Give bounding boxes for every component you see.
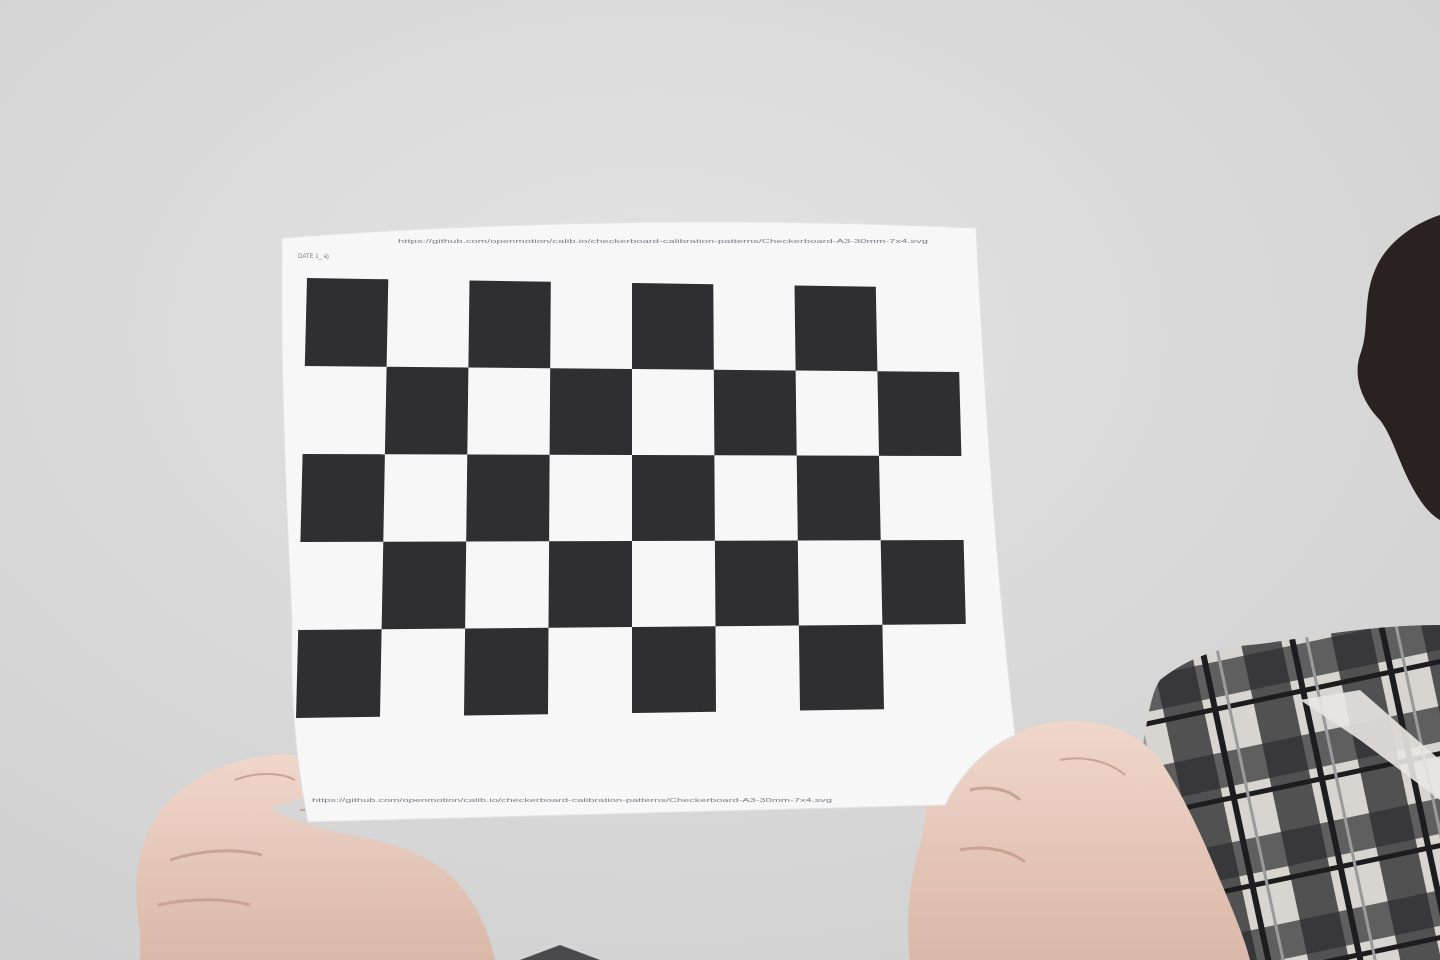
dark-square [468,280,551,369]
dark-square [381,541,467,630]
dark-square [296,629,382,718]
dark-square [464,627,549,716]
dark-square [466,454,550,542]
header-left-text: DATE 1_ a) [298,254,329,260]
dark-square [880,540,966,625]
dark-square [384,366,469,455]
dark-square [794,285,878,372]
header-url-text: https://github.com/openmotion/calib.io/c… [398,239,928,245]
dark-square [632,283,714,370]
dark-square [549,368,632,455]
dark-square [300,454,385,542]
dark-square [714,540,799,627]
footer-url-text: https://github.com/openmotion/calib.io/c… [312,798,832,804]
dark-square [304,278,389,367]
dark-square [632,626,716,713]
dark-square [713,369,797,456]
dark-square [877,371,962,456]
photo-scene: DATE 1_ a) https://github.com/openmotion… [0,0,1440,960]
dark-square [632,455,715,541]
dark-square [798,624,884,711]
dark-square [548,541,632,628]
dark-square [796,455,881,541]
